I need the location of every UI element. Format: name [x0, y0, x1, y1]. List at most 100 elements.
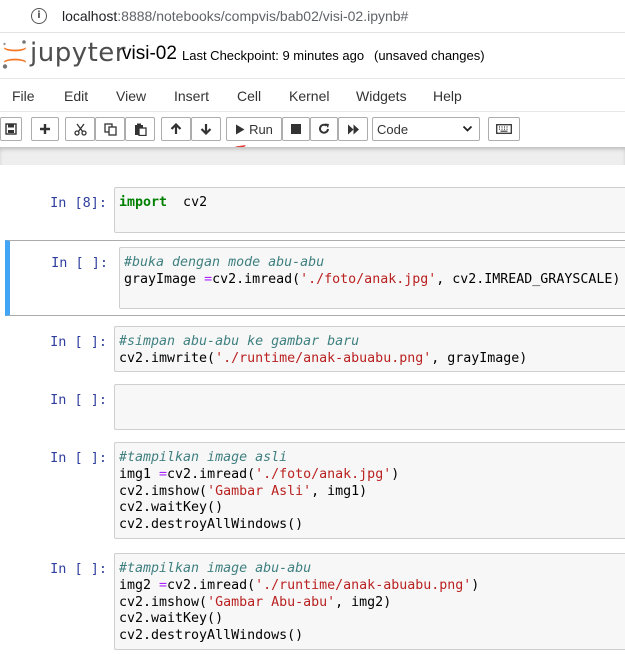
url-text[interactable]: localhost:8888/notebooks/compvis/bab02/v… — [62, 8, 408, 24]
arrow-down-icon — [200, 124, 212, 135]
code-line: cv2.imshow('Gambar Asli', img1) — [119, 484, 625, 501]
cell-input[interactable]: #tampilkan image abu-abu img2 =cv2.imread… — [114, 553, 625, 650]
code-token: cv2.imshow( — [119, 483, 208, 499]
info-icon[interactable]: i — [31, 8, 47, 24]
code-line: import cv2 — [119, 195, 625, 212]
cell-input[interactable] — [114, 384, 625, 430]
jupyter-logo-icon[interactable] — [0, 39, 28, 71]
menu-edit[interactable]: Edit — [64, 88, 88, 104]
code-token: 'Gambar Abu-abu' — [207, 594, 336, 610]
code-token: cv2.imread( — [212, 271, 301, 287]
insert-cell-button[interactable] — [31, 117, 59, 141]
autosave-status: (unsaved changes) — [374, 48, 485, 63]
menu-file[interactable]: File — [12, 88, 35, 104]
code-line: cv2.destroyAllWindows() — [119, 517, 625, 534]
code-token: 'Gambar Asli' — [207, 483, 312, 499]
chevron-down-icon — [462, 125, 473, 132]
menu-widgets[interactable]: Widgets — [356, 88, 407, 104]
cell-type-select[interactable]: Code — [372, 117, 480, 141]
toolbar: Run Code — [0, 112, 625, 157]
code-token: , cv2.IMREAD_GRAYSCALE) — [436, 271, 621, 287]
code-line: cv2.waitKey() — [119, 611, 625, 628]
save-button[interactable] — [0, 117, 22, 141]
code-token: cv2.waitKey() — [119, 500, 224, 516]
code-token: #tampilkan image asli — [119, 450, 288, 465]
menu-bar: File Edit View Insert Cell Kernel Widget… — [0, 78, 625, 112]
code-line: #buka dengan mode abu-abu — [124, 255, 625, 272]
move-down-button[interactable] — [191, 117, 221, 141]
code-token: cv2.imread( — [167, 577, 256, 593]
cell-prompt: In [ ]: — [51, 255, 108, 271]
code-token: = — [159, 577, 168, 593]
code-token: #tampilkan image abu-abu — [119, 561, 312, 576]
copy-icon — [103, 122, 117, 136]
restart-run-all-button[interactable] — [338, 117, 368, 141]
paste-icon — [134, 123, 147, 136]
code-token: ) — [471, 577, 480, 593]
cell-input[interactable]: import cv2 — [114, 187, 625, 233]
code-token: #buka dengan mode abu-abu — [124, 255, 325, 270]
cell-type-value: Code — [377, 122, 409, 137]
cut-button[interactable] — [65, 117, 95, 141]
stop-icon — [291, 124, 301, 134]
cell-input[interactable]: #tampilkan image asli img1 =cv2.imread('.… — [114, 442, 625, 539]
keyboard-icon — [496, 124, 512, 134]
code-line: #tampilkan image abu-abu — [119, 561, 625, 578]
menu-kernel[interactable]: Kernel — [289, 88, 329, 104]
play-icon — [236, 124, 245, 134]
code-token: cv2.destroyAllWindows() — [119, 628, 304, 644]
code-token: = — [159, 466, 168, 482]
code-token: , grayImage) — [431, 350, 528, 366]
code-token: cv2 — [167, 195, 208, 210]
code-token: img1 — [119, 466, 160, 482]
code-token: ) — [391, 466, 400, 482]
paste-button[interactable] — [125, 117, 155, 141]
cell-input[interactable]: #simpan abu-abu ke gambar baru cv2.imwrit… — [114, 326, 625, 372]
code-token: , img2) — [335, 594, 392, 610]
cell-prompt: In [ ]: — [50, 450, 107, 466]
code-line: #tampilkan image asli — [119, 450, 625, 467]
notebook-header: jupyter visi-02 Last Checkpoint: 9 minut… — [0, 33, 625, 78]
code-token: = — [204, 271, 213, 287]
menu-insert[interactable]: Insert — [174, 88, 209, 104]
code-token: cv2.imread( — [167, 466, 256, 482]
cell-prompt: In [8]: — [50, 195, 107, 211]
code-cell[interactable]: In [ ]: #tampilkan image asli img1 =cv2.i… — [4, 442, 625, 539]
notebook-container[interactable]: In [8]: import cv2 In [ ]: #buka dengan … — [0, 165, 625, 659]
code-line: cv2.imwrite('./runtime/anak-abuabu.png',… — [119, 351, 625, 368]
code-line: #simpan abu-abu ke gambar baru — [119, 334, 625, 351]
address-bar[interactable]: i localhost:8888/notebooks/compvis/bab02… — [0, 0, 625, 33]
interrupt-button[interactable] — [282, 117, 310, 141]
plus-icon — [40, 124, 50, 134]
restart-button[interactable] — [310, 117, 338, 141]
cut-icon — [73, 123, 87, 136]
code-token: cv2.imwrite( — [119, 350, 216, 366]
code-cell[interactable]: In [ ]: #simpan abu-abu ke gambar baru cv… — [4, 326, 625, 372]
code-token: , img1) — [311, 483, 368, 499]
notebook-header-shadow — [0, 147, 625, 165]
code-token: './runtime/anak-abuabu.png' — [255, 577, 472, 593]
menu-view[interactable]: View — [116, 88, 146, 104]
menu-help[interactable]: Help — [433, 88, 462, 104]
jupyter-logo-text[interactable]: jupyter — [30, 38, 126, 68]
code-token: cv2.imshow( — [119, 594, 208, 610]
code-cell-selected[interactable]: In [ ]: #buka dengan mode abu-abu grayIma… — [5, 240, 625, 316]
code-token: './foto/anak.jpg' — [300, 271, 437, 287]
menu-cell[interactable]: Cell — [237, 88, 261, 104]
move-up-button[interactable] — [161, 117, 191, 141]
code-cell[interactable]: In [ ]: #tampilkan image abu-abu img2 =cv… — [4, 553, 625, 650]
code-token: img2 — [119, 577, 160, 593]
code-token: cv2.waitKey() — [119, 611, 224, 627]
code-cell[interactable]: In [8]: import cv2 — [4, 187, 625, 233]
code-token: './foto/anak.jpg' — [255, 466, 392, 482]
code-line: cv2.waitKey() — [119, 500, 625, 517]
cell-prompt: In [ ]: — [50, 561, 107, 577]
code-token: grayImage — [124, 271, 205, 287]
code-token: './runtime/anak-abuabu.png' — [215, 350, 432, 366]
code-line: img2 =cv2.imread('./runtime/anak-abuabu.… — [119, 578, 625, 595]
code-cell[interactable]: In [ ]: — [4, 384, 625, 430]
command-palette-button[interactable] — [488, 117, 520, 141]
notebook-name[interactable]: visi-02 — [122, 43, 177, 65]
copy-button[interactable] — [95, 117, 125, 141]
cell-input[interactable]: #buka dengan mode abu-abu grayImage =cv2.… — [119, 247, 625, 309]
